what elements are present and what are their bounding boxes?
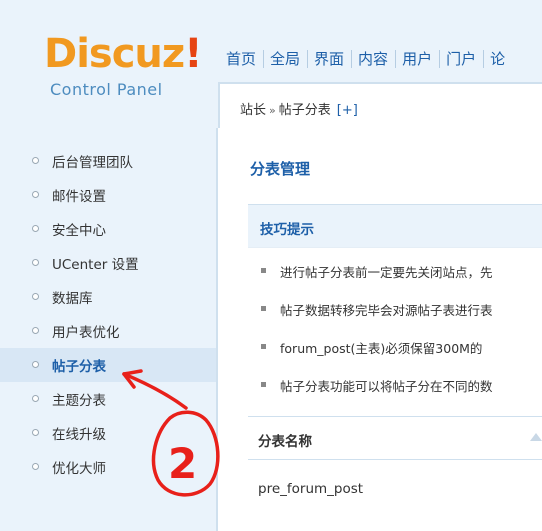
bullet-icon — [32, 225, 39, 232]
breadcrumb-current: 帖子分表 — [278, 103, 331, 118]
page-title: 分表管理 — [250, 160, 311, 178]
discuz-logo[interactable]: Discuz! Control Panel — [22, 30, 212, 110]
column-header-table-name: 分表名称 — [258, 434, 312, 450]
bullet-icon — [32, 191, 39, 198]
table-header: 分表名称 — [248, 416, 542, 460]
nav-forum[interactable]: 论 — [484, 50, 512, 68]
bullet-icon — [32, 259, 39, 266]
breadcrumb-add-button[interactable]: [+] — [337, 103, 358, 118]
nav-content[interactable]: 内容 — [352, 50, 397, 68]
sidebar-item-security-center[interactable]: 安全中心 — [0, 212, 216, 246]
tips-header: 技巧提示 — [248, 204, 542, 248]
nav-portal[interactable]: 门户 — [440, 50, 485, 68]
tip-item: forum_post(主表)必须保留300M的 — [248, 328, 542, 366]
top-nav: 首页 全局 界面 内容 用户 门户 论 — [222, 44, 512, 74]
breadcrumb-separator: » — [269, 104, 276, 117]
sidebar-item-post-split[interactable]: 帖子分表 — [0, 348, 216, 382]
sidebar-item-optimizer[interactable]: 优化大师 — [0, 450, 216, 484]
bullet-icon — [32, 463, 39, 470]
sort-icon[interactable] — [530, 433, 542, 441]
logo-subtitle: Control Panel — [50, 80, 163, 99]
sidebar-item-thread-split[interactable]: 主题分表 — [0, 382, 216, 416]
tip-item: 帖子数据转移完毕会对源帖子表进行表 — [248, 290, 542, 328]
sidebar-item-database[interactable]: 数据库 — [0, 280, 216, 314]
sidebar-item-user-table-optimize[interactable]: 用户表优化 — [0, 314, 216, 348]
nav-interface[interactable]: 界面 — [308, 50, 353, 68]
sidebar-item-admin-team[interactable]: 后台管理团队 — [0, 144, 216, 178]
bullet-icon — [32, 157, 39, 164]
breadcrumb: 站长» 帖子分表 [+] — [240, 99, 358, 118]
sidebar-item-ucenter-settings[interactable]: UCenter 设置 — [0, 246, 216, 280]
main-content: 分表管理 技巧提示 进行帖子分表前一定要先关闭站点，先 帖子数据转移完毕会对源帖… — [218, 128, 542, 531]
bullet-icon — [32, 395, 39, 402]
tip-item: 进行帖子分表前一定要先关闭站点，先 — [248, 252, 542, 290]
nav-users[interactable]: 用户 — [396, 50, 441, 68]
bullet-icon — [32, 429, 39, 436]
bullet-icon — [32, 293, 39, 300]
tips-list: 进行帖子分表前一定要先关闭站点，先 帖子数据转移完毕会对源帖子表进行表 foru… — [248, 252, 542, 404]
table-row: pre_forum_post — [248, 472, 542, 506]
logo-wordmark: Discuz! — [44, 31, 202, 77]
bullet-icon — [32, 327, 39, 334]
bullet-icon — [32, 361, 39, 368]
sidebar: 后台管理团队 邮件设置 安全中心 UCenter 设置 数据库 用户表优化 帖子… — [0, 128, 218, 531]
breadcrumb-parent[interactable]: 站长 — [240, 103, 266, 118]
nav-global[interactable]: 全局 — [264, 50, 309, 68]
nav-home[interactable]: 首页 — [222, 50, 265, 68]
breadcrumb-bar: 站长» 帖子分表 [+] — [218, 82, 542, 128]
table-name-cell: pre_forum_post — [258, 481, 364, 497]
tips-title: 技巧提示 — [260, 222, 314, 238]
header: Discuz! Control Panel 首页 全局 界面 内容 用户 门户 … — [0, 0, 542, 128]
sidebar-item-mail-settings[interactable]: 邮件设置 — [0, 178, 216, 212]
sidebar-item-online-upgrade[interactable]: 在线升级 — [0, 416, 216, 450]
sidebar-menu: 后台管理团队 邮件设置 安全中心 UCenter 设置 数据库 用户表优化 帖子… — [0, 144, 216, 484]
tip-item: 帖子分表功能可以将帖子分在不同的数 — [248, 366, 542, 404]
